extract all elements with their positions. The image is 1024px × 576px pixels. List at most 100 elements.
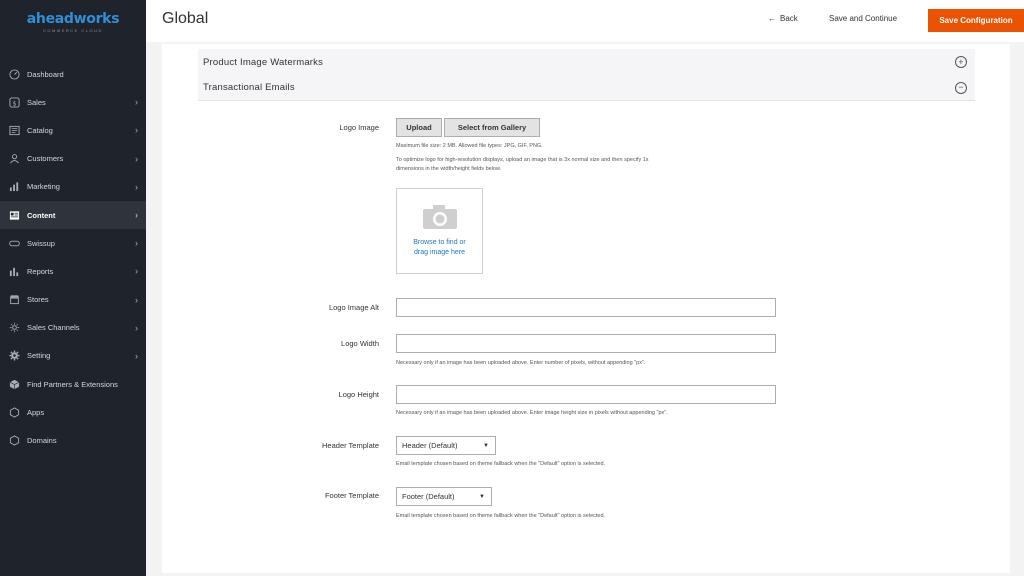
sidebar-item-label: Swissup [27, 238, 55, 248]
catalog-icon [8, 124, 20, 136]
dashboard-icon [8, 68, 20, 80]
section-transactional-emails[interactable]: Transactional Emails − [198, 75, 975, 101]
optimize-note-2: dimensions in the width/height fields be… [396, 166, 502, 172]
save-and-continue-button[interactable]: Save and Continue [829, 14, 897, 23]
hexagon-icon [8, 435, 20, 447]
logo[interactable]: aheadworks COMMERCE CLOUD [0, 0, 146, 44]
logo-width-note: Necessary only if an image has been uplo… [396, 360, 646, 366]
expand-plus-icon[interactable]: + [955, 56, 967, 68]
page-header: Global ← Back Save and Continue Save Con… [146, 0, 1024, 42]
chevron-right-icon: › [135, 125, 138, 136]
sidebar-item-label: Marketing [27, 182, 60, 192]
marketing-icon [8, 181, 20, 193]
sidebar-item-customers[interactable]: Customers › [0, 145, 146, 173]
sidebar-item-sales[interactable]: $ Sales › [0, 88, 146, 116]
image-dropzone[interactable]: Browse to find or drag image here [396, 188, 483, 274]
sidebar-item-label: Customers [27, 154, 64, 164]
back-label: Back [780, 14, 798, 23]
sidebar-item-setting[interactable]: Setting › [0, 342, 146, 370]
chevron-right-icon: › [135, 266, 138, 277]
extensions-icon [8, 378, 20, 390]
swissup-icon [8, 237, 20, 249]
section-product-image-watermarks[interactable]: Product Image Watermarks + [198, 49, 975, 75]
sidebar-item-label: Reports [27, 266, 54, 276]
logo-height-input[interactable] [396, 385, 776, 404]
sidebar-item-label: Dashboard [27, 69, 64, 79]
sidebar-item-marketing[interactable]: Marketing › [0, 173, 146, 201]
section-title: Product Image Watermarks [203, 56, 324, 68]
stores-icon [8, 294, 20, 306]
logo-subtext: COMMERCE CLOUD [43, 28, 103, 33]
sidebar-item-content[interactable]: Content › [0, 200, 146, 230]
footer-template-note: Email template chosen based on theme fal… [396, 513, 606, 519]
hexagon-icon [8, 406, 20, 418]
header-template-label: Header Template [322, 441, 379, 450]
sidebar-item-swissup[interactable]: Swissup › [0, 229, 146, 257]
dollar-icon: $ [8, 96, 20, 108]
sidebar-item-sales-channels[interactable]: Sales Channels › [0, 314, 146, 342]
caret-down-icon: ▼ [479, 493, 485, 500]
chevron-right-icon: › [135, 350, 138, 361]
footer-template-label: Footer Template [324, 491, 379, 500]
dropzone-text-2: drag image here [414, 249, 465, 256]
header-template-select[interactable]: Header (Default) ▼ [396, 436, 496, 455]
content-icon [8, 209, 20, 221]
upload-button[interactable]: Upload [396, 118, 442, 137]
sidebar-item-label: Content [27, 210, 56, 220]
header-template-note: Email template chosen based on theme fal… [396, 461, 606, 467]
sidebar-item-find-partners[interactable]: Find Partners & Extensions [0, 370, 146, 398]
logo-width-input[interactable] [396, 334, 776, 353]
logo-height-note: Necessary only if an image has been uplo… [396, 410, 668, 416]
sales-channels-icon [8, 322, 20, 334]
optimize-note-1: To optimize logo for high-resolution dis… [396, 157, 649, 163]
logo-text: aheadworks [26, 11, 120, 27]
sidebar-item-label: Sales Channels [27, 323, 80, 333]
sidebar-nav: Dashboard $ Sales › Catalog › Customers … [0, 60, 146, 455]
logo-image-alt-input[interactable] [396, 298, 776, 317]
page-title: Global [162, 10, 209, 27]
gear-icon [8, 350, 20, 362]
sidebar-item-apps[interactable]: Apps [0, 398, 146, 426]
sidebar-item-stores[interactable]: Stores › [0, 286, 146, 314]
back-button[interactable]: ← Back [768, 14, 798, 23]
logo-image-alt-label: Logo Image Alt [328, 303, 379, 312]
sidebar-item-label: Apps [27, 407, 45, 417]
header-template-value: Header (Default) [402, 441, 458, 450]
chevron-right-icon: › [135, 238, 138, 249]
logo-width-label: Logo Width [341, 339, 379, 348]
chevron-right-icon: › [135, 322, 138, 333]
sidebar-item-label: Setting [27, 351, 51, 361]
chevron-right-icon: › [135, 294, 138, 305]
footer-template-value: Footer (Default) [402, 492, 455, 501]
svg-text:$: $ [12, 99, 16, 107]
arrow-left-icon: ← [768, 14, 776, 23]
sidebar-item-domains[interactable]: Domains [0, 426, 146, 454]
sidebar-item-label: Stores [27, 295, 49, 305]
chevron-right-icon: › [135, 153, 138, 164]
sidebar-item-label: Domains [27, 436, 57, 446]
chevron-right-icon: › [135, 181, 138, 192]
caret-down-icon: ▼ [483, 442, 489, 449]
camera-icon [422, 205, 457, 229]
sidebar-item-label: Catalog [27, 125, 53, 135]
collapse-minus-icon[interactable]: − [955, 81, 967, 94]
logo-image-label: Logo Image [339, 123, 379, 132]
logo-height-label: Logo Height [338, 390, 379, 399]
chevron-right-icon: › [135, 210, 138, 221]
chevron-right-icon: › [135, 97, 138, 108]
sidebar-item-catalog[interactable]: Catalog › [0, 116, 146, 144]
max-size-note: Maximum file size: 2 MB. Allowed file ty… [396, 143, 543, 149]
config-panel: Product Image Watermarks + Transactional… [162, 44, 1010, 573]
save-configuration-button[interactable]: Save Configuration [928, 9, 1024, 32]
section-title: Transactional Emails [203, 82, 295, 93]
dropzone-text-1: Browse to find or [413, 239, 466, 246]
footer-template-select[interactable]: Footer (Default) ▼ [396, 487, 492, 506]
sidebar-item-reports[interactable]: Reports › [0, 257, 146, 285]
select-from-gallery-button[interactable]: Select from Gallery [444, 118, 540, 137]
sidebar-item-dashboard[interactable]: Dashboard [0, 60, 146, 88]
customers-icon [8, 153, 20, 165]
sidebar: aheadworks COMMERCE CLOUD Dashboard $ Sa… [0, 0, 146, 576]
sidebar-item-label: Sales [27, 97, 46, 107]
sidebar-item-label: Find Partners & Extensions [27, 379, 118, 389]
reports-icon [8, 265, 20, 277]
